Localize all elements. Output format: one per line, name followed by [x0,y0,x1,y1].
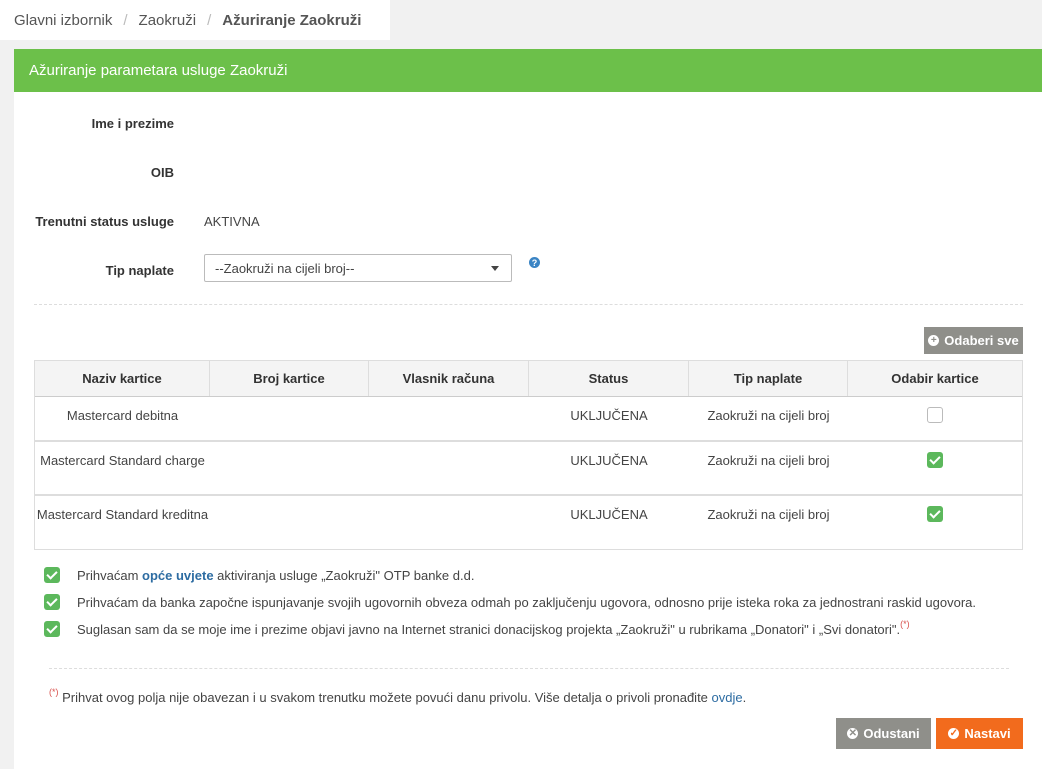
cancel-label: Odustani [863,726,920,741]
plus-circle-icon: + [928,335,940,346]
select-all-label: Odaberi sve [944,333,1019,348]
breadcrumb-link-main-menu[interactable]: Glavni izbornik [14,12,112,29]
consent-terms: Prihvaćam opće uvjete aktiviranja usluge… [44,567,474,583]
card-payment-type: Zaokruži na cijeli broj [707,507,830,522]
consent-early-start: Prihvaćam da banka započne ispunjavanje … [44,594,976,610]
table-row: Mastercard Standard kreditna UKLJUČENA Z… [35,496,1022,549]
privacy-details-link[interactable]: ovdje [712,690,743,705]
divider [49,668,1009,669]
payment-type-label: Tip naplate [105,263,174,278]
breadcrumb-link-zaokruzi[interactable]: Zaokruži [139,12,197,29]
breadcrumb-separator: / [207,11,212,29]
general-terms-link[interactable]: opće uvjete [142,568,214,583]
breadcrumb-separator: / [123,11,128,29]
status-label: Trenutni status usluge [35,214,174,229]
account-owner [369,496,529,549]
help-icon[interactable]: ? [529,257,540,268]
breadcrumb: Glavni izbornik / Zaokruži / Ažuriranje … [0,0,390,40]
payment-type-select[interactable]: --Zaokruži na cijeli broj-- [204,254,512,282]
card-status: UKLJUČENA [570,507,648,522]
consent-publish-name-checkbox[interactable] [44,621,60,637]
name-label: Ime i prezime [91,116,174,131]
check-circle-icon: ✓ [948,727,960,739]
cards-table: Naziv kartice Broj kartice Vlasnik račun… [34,360,1023,550]
consent-publish-name-text: Suglasan sam da se moje ime i prezime ob… [77,618,910,637]
card-number [210,442,369,494]
consent-early-start-text: Prihvaćam da banka započne ispunjavanje … [77,594,976,610]
select-all-button[interactable]: + Odaberi sve [924,327,1023,354]
card-status: UKLJUČENA [570,408,648,423]
consent-publish-name: Suglasan sam da se moje ime i prezime ob… [44,618,910,637]
cancel-circle-icon: ✕ [847,727,859,739]
column-header-account-owner: Vlasnik računa [369,361,529,396]
table-header: Naziv kartice Broj kartice Vlasnik račun… [35,361,1022,397]
card-select-checkbox[interactable] [927,407,943,423]
account-owner [369,442,529,494]
oib-label: OIB [150,165,174,180]
card-payment-type: Zaokruži na cijeli broj [707,408,830,423]
account-owner [369,397,529,440]
update-panel: Ažuriranje parametara usluge Zaokruži Im… [14,49,1042,769]
column-header-card-selection: Odabir kartice [891,371,979,386]
status-value: AKTIVNA [204,214,260,229]
consent-terms-text: Prihvaćam opće uvjete aktiviranja usluge… [77,567,475,583]
continue-button[interactable]: ✓ Nastavi [936,718,1023,749]
card-payment-type: Zaokruži na cijeli broj [707,453,830,468]
consent-early-start-checkbox[interactable] [44,594,60,610]
card-name: Mastercard debitna [66,408,179,423]
footnote-mark: (*) [49,687,59,697]
card-number [210,397,369,440]
table-row: Mastercard Standard charge UKLJUČENA Zao… [35,442,1022,496]
card-name: Mastercard Standard kreditna [36,507,209,522]
card-number [210,496,369,549]
panel-title: Ažuriranje parametara usluge Zaokruži [14,49,1042,92]
column-header-card-number: Broj kartice [210,361,369,396]
column-header-card-name: Naziv kartice [35,361,210,396]
divider [34,304,1023,305]
card-select-checkbox[interactable] [927,452,943,468]
continue-label: Nastavi [964,726,1011,741]
column-header-status: Status [529,361,689,396]
card-status: UKLJUČENA [570,453,648,468]
optional-mark: (*) [900,618,910,629]
footnote: (*) Prihvat ovog polja nije obavezan i u… [49,687,747,705]
column-header-payment-type: Tip naplate [689,361,848,396]
card-select-checkbox[interactable] [927,506,943,522]
card-name: Mastercard Standard charge [40,453,205,468]
cancel-button[interactable]: ✕ Odustani [836,718,931,749]
payment-type-selected-value: --Zaokruži na cijeli broj-- [215,260,355,276]
consent-terms-checkbox[interactable] [44,567,60,583]
table-row: Mastercard debitna UKLJUČENA Zaokruži na… [35,397,1022,442]
breadcrumb-current: Ažuriranje Zaokruži [222,11,362,29]
chevron-down-icon [491,266,499,271]
